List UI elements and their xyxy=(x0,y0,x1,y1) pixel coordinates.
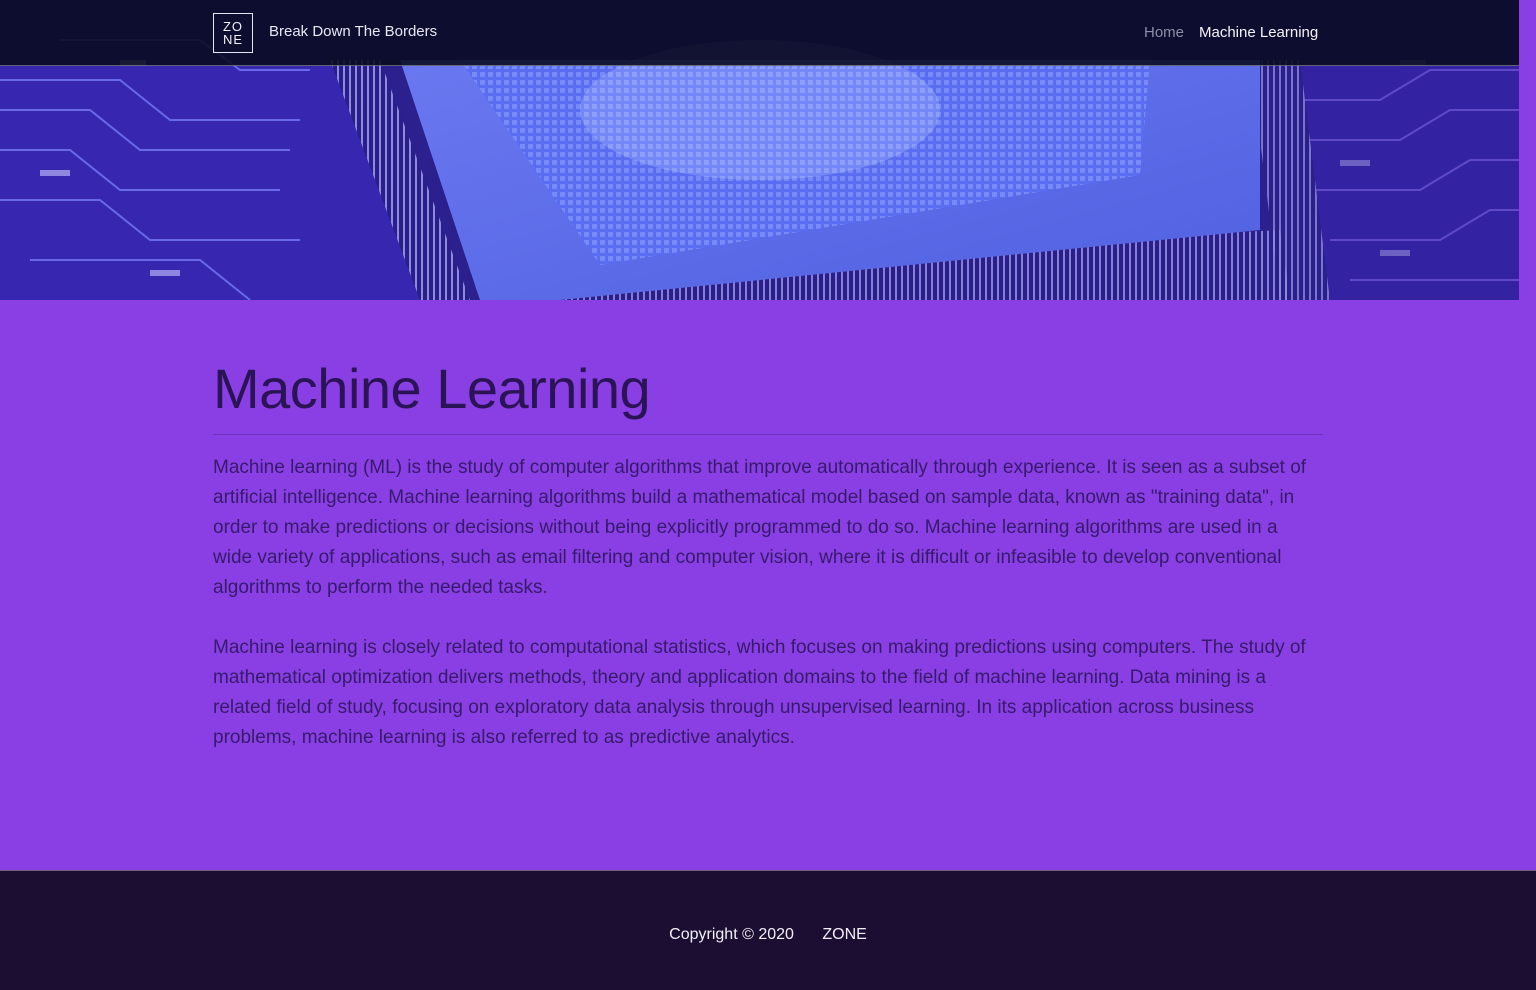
footer: Copyright © 2020 ZONE xyxy=(0,870,1536,990)
footer-content: Copyright © 2020 ZONE xyxy=(0,926,1536,944)
scrollbar-track xyxy=(1519,0,1536,300)
nav-link-machine-learning[interactable]: Machine Learning xyxy=(1199,24,1318,41)
paragraph-2: Machine learning is closely related to c… xyxy=(213,637,1306,748)
page: ZO NE Break Down The Borders Home Machin… xyxy=(0,0,1536,990)
page-title: Machine Learning xyxy=(213,357,651,420)
paragraph-1: Machine learning (ML) is the study of co… xyxy=(213,457,1307,598)
main-content: Machine Learning Machine learning (ML) i… xyxy=(213,300,1323,753)
nav-link-home[interactable]: Home xyxy=(1144,24,1184,41)
title-divider xyxy=(213,434,1323,435)
navbar: ZO NE Break Down The Borders Home Machin… xyxy=(0,0,1519,66)
logo-text-bottom: NE xyxy=(222,32,244,47)
footer-copyright: Copyright © 2020 xyxy=(669,926,794,943)
site-brand-title[interactable]: Break Down The Borders xyxy=(269,23,437,40)
site-logo[interactable]: ZO NE xyxy=(213,13,253,53)
footer-brand: ZONE xyxy=(822,926,867,943)
